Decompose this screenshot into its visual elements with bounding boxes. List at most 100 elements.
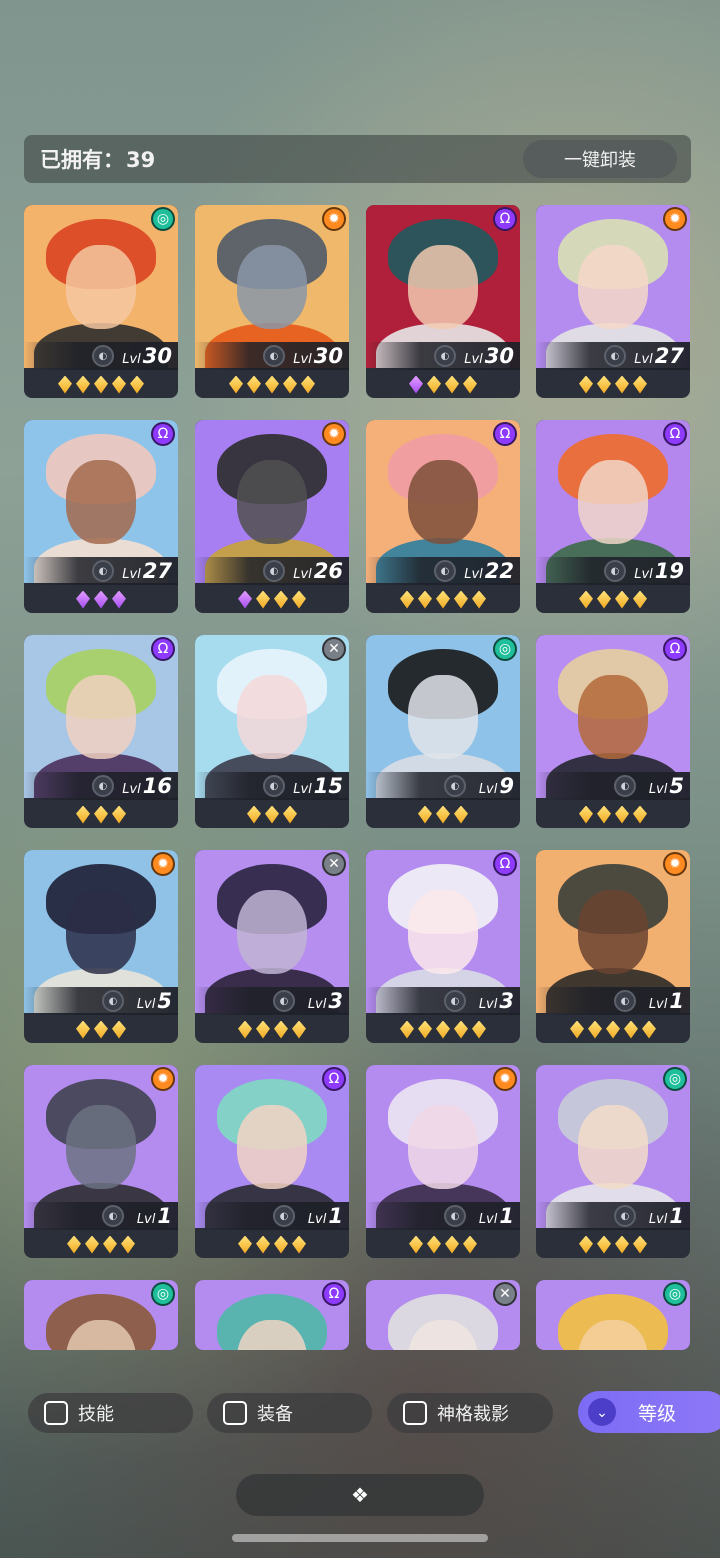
gold-star-icon [283,805,297,824]
level-value: 22 [484,559,514,583]
sun-gear-icon: ✹ [663,852,687,876]
filter-skill[interactable]: 技能 [28,1393,193,1433]
hero-face [237,460,307,544]
spiral-icon: ◎ [493,637,517,661]
level-prefix: Lvl [478,1212,498,1227]
level-prefix: Lvl [478,782,498,797]
gold-star-icon [283,375,297,394]
gold-star-icon [579,1235,593,1254]
level-prefix: Lvl [122,352,141,367]
gold-star-icon [642,1020,656,1039]
hero-card[interactable]: ✹ ◐ Lvl1 [536,850,690,1043]
gold-star-icon [472,1020,486,1039]
level-value: 30 [142,344,172,368]
hero-card[interactable]: ✹ ◐ Lvl30 [195,205,349,398]
hero-level: Lvl1 [649,989,684,1013]
gold-star-icon [445,375,459,394]
hero-card[interactable]: ◎ ◐ Lvl9 [366,635,520,828]
hero-card[interactable]: ✹ ◐ Lvl1 [366,1065,520,1258]
gold-star-icon [418,1020,432,1039]
level-prefix: Lvl [648,997,668,1012]
hero-card[interactable]: Ω ◐ Lvl27 [24,420,178,613]
level-value: 15 [313,774,343,798]
level-bar: ◐ Lvl1 [195,1202,349,1230]
role-icon: ◐ [263,560,285,582]
role-icon: ◐ [614,775,636,797]
gold-star-icon [292,1235,306,1254]
hero-card[interactable]: Ω ◐ Lvl3 [366,850,520,1043]
level-prefix: Lvl [136,1212,156,1227]
hero-face [408,890,478,974]
gold-star-icon [454,1020,468,1039]
star-rating [536,1231,690,1258]
hero-card[interactable]: ✹ ◐ Lvl5 [24,850,178,1043]
hero-card[interactable]: Ω ◐ Lvl22 [366,420,520,613]
purple-star-icon [112,590,126,609]
checkbox-icon[interactable] [223,1401,247,1425]
level-prefix: Lvl [648,1212,668,1227]
expand-button[interactable]: ❖ [236,1474,484,1516]
gold-star-icon [436,590,450,609]
hero-card[interactable]: ◎ [24,1280,178,1350]
horned-icon: Ω [151,422,175,446]
level-bar: ◐ Lvl27 [536,342,690,370]
hero-card[interactable]: Ω ◐ Lvl19 [536,420,690,613]
level-bar: ◐ Lvl15 [195,772,349,800]
hero-level: Lvl1 [649,1204,684,1228]
hero-level: Lvl1 [137,1204,172,1228]
level-value: 16 [142,774,172,798]
home-indicator[interactable] [232,1534,488,1542]
role-icon: ◐ [263,775,285,797]
star-rating [536,371,690,398]
hero-card[interactable]: Ω ◐ Lvl5 [536,635,690,828]
gold-star-icon [597,590,611,609]
hero-card[interactable]: ✕ [366,1280,520,1350]
gold-star-icon [247,375,261,394]
gold-star-icon [58,375,72,394]
unequip-all-button[interactable]: 一键卸装 [523,140,677,178]
hero-card[interactable]: ◎ ◐ Lvl30 [24,205,178,398]
gold-star-icon [265,805,279,824]
checkbox-icon[interactable] [403,1401,427,1425]
gold-star-icon [274,1020,288,1039]
gold-star-icon [579,805,593,824]
hero-card[interactable]: Ω ◐ Lvl1 [195,1065,349,1258]
cross-icon: ✕ [322,852,346,876]
role-icon: ◐ [614,990,636,1012]
hero-card[interactable]: ◎ [536,1280,690,1350]
purple-star-icon [94,590,108,609]
hero-card[interactable]: ✕ ◐ Lvl3 [195,850,349,1043]
hero-card[interactable]: Ω [195,1280,349,1350]
hero-card[interactable]: ✹ ◐ Lvl26 [195,420,349,613]
gold-star-icon [615,375,629,394]
gold-star-icon [633,805,647,824]
level-bar: ◐ Lvl1 [536,1202,690,1230]
gold-star-icon [265,375,279,394]
horned-icon: Ω [663,422,687,446]
spiral-icon: ◎ [151,1282,175,1306]
level-value: 1 [328,1204,343,1228]
filter-equipment[interactable]: 装备 [207,1393,372,1433]
sun-gear-icon: ✹ [493,1067,517,1091]
hero-card[interactable]: Ω ◐ Lvl16 [24,635,178,828]
filter-bar: 技能 装备 神格裁影 ⌄ 等级 [0,1390,720,1436]
double-chevron-down-icon: ⌄ [588,1398,616,1426]
star-rating [24,801,178,828]
gold-star-icon [615,1235,629,1254]
hero-face [578,890,648,974]
horned-icon: Ω [663,637,687,661]
hero-face [408,460,478,544]
hero-card[interactable]: Ω ◐ Lvl30 [366,205,520,398]
sort-by-level-button[interactable]: ⌄ 等级 [578,1391,720,1433]
hero-level: Lvl9 [479,774,514,798]
filter-divine-shadow[interactable]: 神格裁影 [387,1393,553,1433]
checkbox-icon[interactable] [44,1401,68,1425]
role-icon: ◐ [273,1205,295,1227]
level-bar: ◐ Lvl1 [366,1202,520,1230]
diamond-cluster-icon: ❖ [351,1484,369,1507]
hero-card[interactable]: ◎ ◐ Lvl1 [536,1065,690,1258]
level-bar: ◐ Lvl9 [366,772,520,800]
hero-card[interactable]: ✹ ◐ Lvl1 [24,1065,178,1258]
hero-card[interactable]: ✕ ◐ Lvl15 [195,635,349,828]
hero-card[interactable]: ✹ ◐ Lvl27 [536,205,690,398]
